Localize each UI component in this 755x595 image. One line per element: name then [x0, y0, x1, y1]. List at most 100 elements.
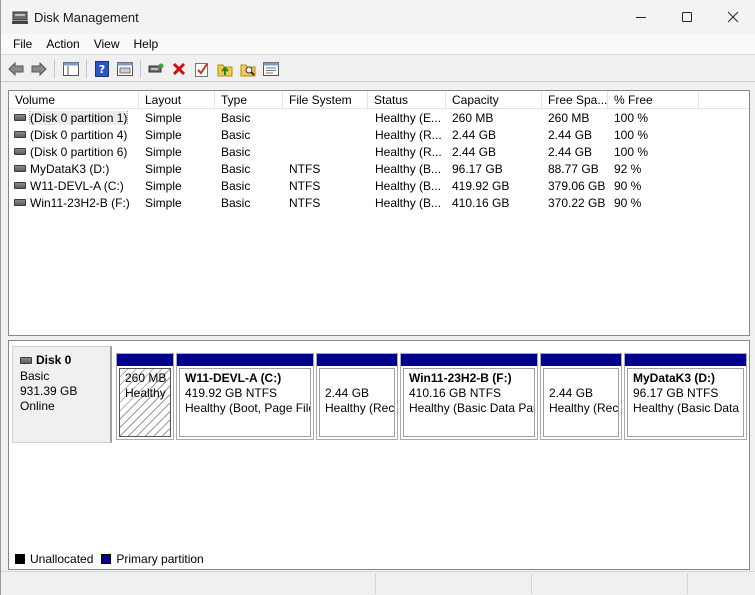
status-segment: [375, 574, 376, 594]
legend-unallocated: Unallocated: [30, 552, 94, 566]
volume-name-cell: MyDataK3 (D:): [14, 162, 136, 176]
legend-primary-partition: Primary partition: [116, 552, 204, 566]
title-bar[interactable]: Disk Management: [1, 0, 755, 34]
percent-free-cell: 90 %: [614, 179, 642, 193]
partition-status: Healthy: [125, 386, 166, 400]
volume-icon: [14, 199, 26, 206]
check-disk-button[interactable]: [193, 60, 211, 78]
volume-name: (Disk 0 partition 6): [30, 145, 128, 159]
volume-name: Win11-23H2-B (F:): [30, 196, 130, 210]
type-cell: Basic: [221, 179, 251, 193]
column-header-status[interactable]: Status: [368, 91, 446, 109]
type-cell: Basic: [221, 145, 251, 159]
connect-disk-button[interactable]: [147, 60, 165, 78]
partition-efi[interactable]: 260 MB Healthy: [116, 353, 174, 440]
toolbar-separator: [140, 60, 141, 78]
free-space-cell: 2.44 GB: [548, 145, 593, 159]
back-arrow-icon: [8, 62, 24, 76]
partition-size: 96.17 GB NTFS: [633, 386, 719, 400]
partition-recovery-1[interactable]: 2.44 GB Healthy (Rec: [316, 353, 398, 440]
volume-name-cell: (Disk 0 partition 6): [14, 145, 136, 159]
minimize-button[interactable]: [618, 0, 664, 34]
volume-row[interactable]: W11-DEVL-A (C:) Simple Basic NTFS Health…: [9, 178, 749, 195]
type-cell: Basic: [221, 162, 251, 176]
status-cell: Healthy (E...: [375, 111, 442, 125]
disk-management-window: Disk Management File Action View Help ?: [0, 0, 755, 595]
partition-size: 2.44 GB: [549, 386, 594, 400]
back-button[interactable]: [7, 60, 25, 78]
type-cell: Basic: [221, 196, 251, 210]
close-button[interactable]: [710, 0, 755, 34]
window-title: Disk Management: [34, 10, 139, 25]
partition-bar: [625, 354, 746, 366]
status-bar: [1, 571, 755, 595]
folder-search-button[interactable]: [239, 60, 257, 78]
menu-bar: File Action View Help: [1, 34, 755, 54]
column-header-layout[interactable]: Layout: [139, 91, 215, 109]
properties-button[interactable]: [262, 60, 280, 78]
status-cell: Healthy (R...: [375, 128, 442, 142]
properties-icon: [263, 62, 279, 76]
volume-row[interactable]: (Disk 0 partition 1) Simple Basic Health…: [9, 110, 749, 127]
partition-recovery-2[interactable]: 2.44 GB Healthy (Rec: [540, 353, 622, 440]
disk-0-label[interactable]: Disk 0 Basic 931.39 GB Online: [12, 346, 112, 443]
detail-view-button[interactable]: [116, 60, 134, 78]
menu-view[interactable]: View: [87, 34, 127, 54]
column-header-capacity[interactable]: Capacity: [446, 91, 542, 109]
volume-name-cell: W11-DEVL-A (C:): [14, 179, 136, 193]
disk-management-app-icon: [12, 11, 28, 24]
volume-icon: [14, 131, 26, 138]
column-header-volume[interactable]: Volume: [9, 91, 139, 109]
partition-status: Healthy (Rec: [549, 401, 619, 415]
delete-button[interactable]: [170, 60, 188, 78]
partition-f[interactable]: Win11-23H2-B (F:) 410.16 GB NTFS Healthy…: [400, 353, 538, 440]
layout-cell: Simple: [145, 128, 182, 142]
volume-row[interactable]: (Disk 0 partition 6) Simple Basic Health…: [9, 144, 749, 161]
partition-bar: [117, 354, 173, 366]
help-button[interactable]: ?: [93, 60, 111, 78]
free-space-cell: 88.77 GB: [548, 162, 599, 176]
status-cell: Healthy (B...: [375, 179, 442, 193]
forward-arrow-icon: [31, 62, 47, 76]
forward-button[interactable]: [30, 60, 48, 78]
partition-body: W11-DEVL-A (C:) 419.92 GB NTFS Healthy (…: [179, 368, 311, 437]
partition-d[interactable]: MyDataK3 (D:) 96.17 GB NTFS Healthy (Bas…: [624, 353, 747, 440]
volume-row[interactable]: MyDataK3 (D:) Simple Basic NTFS Healthy …: [9, 161, 749, 178]
file-system-cell: NTFS: [289, 196, 321, 210]
capacity-cell: 410.16 GB: [452, 196, 510, 210]
menu-file[interactable]: File: [1, 34, 39, 54]
column-header-file-system[interactable]: File System: [283, 91, 368, 109]
layout-cell: Simple: [145, 145, 182, 159]
column-header-free-space[interactable]: Free Spa...: [542, 91, 608, 109]
partition-size: 419.92 GB NTFS: [185, 386, 278, 400]
partition-body: MyDataK3 (D:) 96.17 GB NTFS Healthy (Bas…: [627, 368, 744, 437]
disk-type: Basic: [20, 369, 50, 383]
folder-up-icon: [217, 64, 233, 77]
volume-list[interactable]: Volume Layout Type File System Status Ca…: [8, 90, 750, 336]
volume-icon: [14, 165, 26, 172]
partition-size: 260 MB: [125, 371, 167, 385]
column-header-percent-free[interactable]: % Free: [608, 91, 699, 109]
menu-action[interactable]: Action: [39, 34, 86, 54]
status-cell: Healthy (R...: [375, 145, 442, 159]
partition-c[interactable]: W11-DEVL-A (C:) 419.92 GB NTFS Healthy (…: [176, 353, 314, 440]
column-header-type[interactable]: Type: [215, 91, 283, 109]
show-hide-console-tree-button[interactable]: [62, 60, 80, 78]
volume-name: (Disk 0 partition 1): [28, 111, 129, 125]
volume-row[interactable]: (Disk 0 partition 4) Simple Basic Health…: [9, 127, 749, 144]
disk-map-pane[interactable]: Disk 0 Basic 931.39 GB Online 260 MB Hea…: [8, 340, 750, 570]
volume-row[interactable]: Win11-23H2-B (F:) Simple Basic NTFS Heal…: [9, 195, 749, 212]
partition-name: Win11-23H2-B (F:): [409, 371, 512, 385]
capacity-cell: 419.92 GB: [452, 179, 510, 193]
primary-partition-swatch: [101, 554, 112, 564]
folder-up-button[interactable]: [216, 60, 234, 78]
connect-disk-icon: [148, 63, 164, 73]
disk-state: Online: [20, 399, 55, 413]
capacity-cell: 260 MB: [452, 111, 494, 125]
menu-help[interactable]: Help: [127, 34, 166, 54]
capacity-cell: 2.44 GB: [452, 128, 497, 142]
maximize-button[interactable]: [664, 0, 710, 34]
percent-free-cell: 92 %: [614, 162, 642, 176]
type-cell: Basic: [221, 128, 251, 142]
status-cell: Healthy (B...: [375, 162, 442, 176]
